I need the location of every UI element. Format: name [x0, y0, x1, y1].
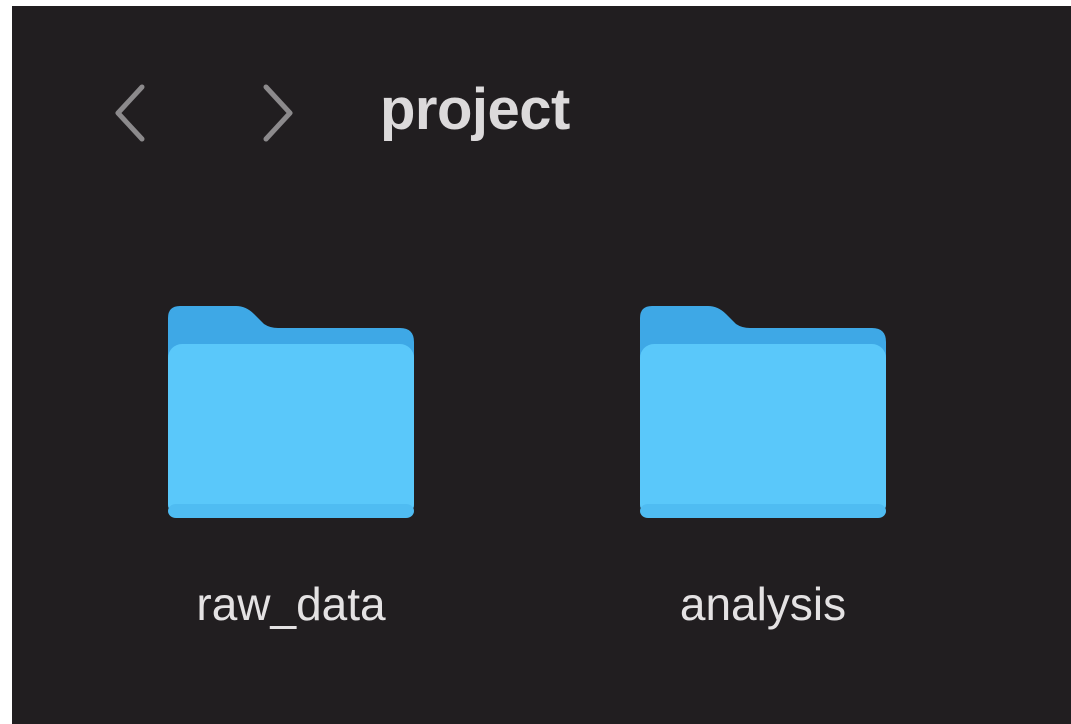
folder-icon: [168, 306, 414, 518]
chevron-right-icon: [263, 84, 293, 142]
toolbar: project: [12, 6, 1071, 206]
forward-button[interactable]: [248, 78, 308, 148]
window-title: project: [380, 77, 570, 142]
finder-window: project raw_data analysis: [12, 6, 1071, 724]
folder-icon: [640, 306, 886, 518]
folder-item-raw-data[interactable]: raw_data: [129, 304, 449, 644]
folder-label: raw_data: [196, 578, 386, 630]
back-button[interactable]: [100, 78, 160, 148]
folder-label: analysis: [679, 578, 847, 630]
chevron-left-icon: [115, 84, 145, 142]
folder-item-analysis[interactable]: analysis: [601, 304, 921, 644]
